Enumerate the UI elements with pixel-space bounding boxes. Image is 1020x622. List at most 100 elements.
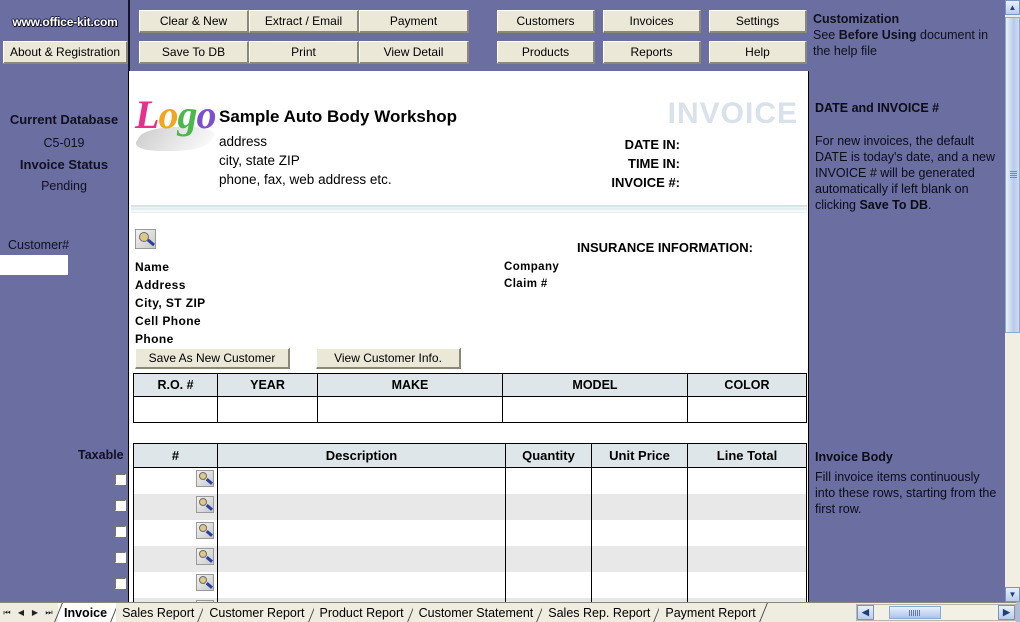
- line-item-description-cell[interactable]: [217, 572, 506, 598]
- products-button[interactable]: Products: [497, 41, 595, 64]
- view-customer-info-button[interactable]: View Customer Info.: [316, 348, 461, 369]
- right-help-sidebar: DATE and INVOICE # For new invoices, the…: [809, 71, 1005, 602]
- line-item-number-cell[interactable]: [133, 494, 218, 520]
- line-item-unit-price-cell[interactable]: [591, 467, 688, 494]
- scroll-up-arrow-icon[interactable]: ▲: [1005, 0, 1020, 15]
- save-to-db-button[interactable]: Save To DB: [139, 41, 249, 64]
- sheet-tab-customer-statement[interactable]: Customer Statement: [412, 603, 543, 622]
- line-item-line-total-cell[interactable]: [687, 494, 807, 520]
- vehicle-cell-ro-number[interactable]: [133, 396, 218, 423]
- line-item-unit-price-cell[interactable]: [591, 572, 688, 598]
- help-body-invoice-body: Fill invoice items continuously into the…: [815, 470, 997, 516]
- vehicle-table-row: [133, 396, 807, 423]
- line-item-quantity-cell[interactable]: [505, 572, 592, 598]
- scroll-right-arrow-icon[interactable]: ▶: [998, 605, 1015, 620]
- product-lookup-magnifier-icon[interactable]: [196, 574, 214, 591]
- line-items-table: # Description Quantity Unit Price Line T…: [133, 443, 807, 602]
- customer-lookup-magnifier-icon[interactable]: [135, 229, 156, 249]
- scroll-down-arrow-icon[interactable]: ▼: [1005, 587, 1020, 602]
- sheet-tab-invoice[interactable]: Invoice: [58, 603, 117, 622]
- print-button[interactable]: Print: [249, 41, 359, 64]
- items-col-description: Description: [217, 443, 506, 468]
- customization-note: Customization See Before Using document …: [813, 11, 998, 59]
- line-item-number-cell[interactable]: [133, 572, 218, 598]
- vertical-scrollbar[interactable]: ▲ ▼: [1005, 0, 1020, 602]
- sheet-tab-sales-rep-report[interactable]: Sales Rep. Report: [542, 603, 660, 622]
- sheet-tab-label: Customer Report: [209, 605, 305, 620]
- left-sidebar: Current Database C5-019 Invoice Status P…: [0, 71, 128, 615]
- help-heading-date-invoice: DATE and INVOICE #: [815, 101, 940, 115]
- line-item-unit-price-cell[interactable]: [591, 546, 688, 572]
- taxable-checkbox-row-5[interactable]: [115, 578, 126, 589]
- line-item-description-cell[interactable]: [217, 520, 506, 546]
- before-using-emphasis: Before Using: [838, 28, 917, 42]
- line-item-quantity-cell[interactable]: [505, 467, 592, 494]
- product-lookup-magnifier-icon[interactable]: [196, 470, 214, 487]
- invoices-button[interactable]: Invoices: [603, 10, 701, 33]
- line-item-number-cell[interactable]: [133, 546, 218, 572]
- invoice-sheet: Logo Sample Auto Body Workshop address c…: [128, 71, 809, 602]
- product-lookup-magnifier-icon[interactable]: [196, 548, 214, 565]
- customers-button[interactable]: Customers: [497, 10, 595, 33]
- line-item-description-cell[interactable]: [217, 467, 506, 494]
- customization-heading: Customization: [813, 12, 900, 26]
- product-lookup-magnifier-icon[interactable]: [196, 496, 214, 513]
- customer-number-input[interactable]: [0, 255, 68, 275]
- line-item-unit-price-cell[interactable]: [591, 494, 688, 520]
- extract-email-button[interactable]: Extract / Email: [249, 10, 359, 33]
- line-item-number-cell[interactable]: [133, 520, 218, 546]
- line-item-line-total-cell[interactable]: [687, 520, 807, 546]
- tab-nav-prev-icon[interactable]: ◀: [14, 604, 28, 622]
- sheet-tab-product-report[interactable]: Product Report: [313, 603, 413, 622]
- taxable-checkbox-row-1[interactable]: [115, 474, 126, 485]
- tab-nav-next-icon[interactable]: ▶: [28, 604, 42, 622]
- horizontal-scrollbar[interactable]: ◀ ▶: [856, 604, 1016, 621]
- line-item-line-total-cell[interactable]: [687, 467, 807, 494]
- line-item-number-cell[interactable]: [133, 467, 218, 494]
- line-item-description-cell[interactable]: [217, 546, 506, 572]
- horizontal-scrollbar-thumb[interactable]: [889, 606, 941, 619]
- taxable-checkbox-row-2[interactable]: [115, 500, 126, 511]
- taxable-checkbox-row-3[interactable]: [115, 526, 126, 537]
- settings-button[interactable]: Settings: [709, 10, 807, 33]
- taxable-checkbox-row-4[interactable]: [115, 552, 126, 563]
- vehicle-col-color: COLOR: [687, 373, 807, 397]
- reports-button[interactable]: Reports: [603, 41, 701, 64]
- sheet-tab-sales-report[interactable]: Sales Report: [116, 603, 204, 622]
- items-col-quantity: Quantity: [505, 443, 592, 468]
- vertical-scrollbar-thumb[interactable]: [1005, 17, 1020, 333]
- scroll-left-arrow-icon[interactable]: ◀: [857, 605, 874, 620]
- line-item-unit-price-cell[interactable]: [591, 520, 688, 546]
- line-item-line-total-cell[interactable]: [687, 572, 807, 598]
- customer-number-label: Customer#: [8, 238, 70, 252]
- line-item-description-cell[interactable]: [217, 494, 506, 520]
- help-button[interactable]: Help: [709, 41, 807, 64]
- vehicle-cell-year[interactable]: [217, 396, 318, 423]
- vehicle-cell-color[interactable]: [687, 396, 807, 423]
- vertical-scrollbar-track[interactable]: [1005, 15, 1020, 587]
- invoice-watermark-title: INVOICE: [667, 97, 798, 130]
- clear-and-new-button[interactable]: Clear & New: [139, 10, 249, 33]
- sheet-tab-customer-report[interactable]: Customer Report: [203, 603, 314, 622]
- product-lookup-magnifier-icon[interactable]: [196, 522, 214, 539]
- line-item-quantity-cell[interactable]: [505, 520, 592, 546]
- insurance-field-company: Company: [504, 261, 560, 273]
- vehicle-cell-model[interactable]: [502, 396, 688, 423]
- customer-field-cell-phone: Cell Phone: [135, 314, 202, 328]
- payment-button[interactable]: Payment: [359, 10, 469, 33]
- items-col-line-total: Line Total: [687, 443, 807, 468]
- sheet-tab-payment-report[interactable]: Payment Report: [659, 603, 765, 622]
- line-item-line-total-cell[interactable]: [687, 546, 807, 572]
- about-and-registration-button[interactable]: About & Registration: [3, 41, 128, 64]
- tab-nav-last-icon[interactable]: ⏭: [42, 604, 56, 622]
- vehicle-cell-make[interactable]: [317, 396, 503, 423]
- tab-nav-first-icon[interactable]: ⏮: [0, 604, 14, 622]
- line-item-row: [133, 494, 807, 520]
- sheet-tab-label: Invoice: [64, 605, 108, 620]
- save-as-new-customer-button[interactable]: Save As New Customer: [135, 348, 290, 369]
- line-item-quantity-cell[interactable]: [505, 494, 592, 520]
- line-item-quantity-cell[interactable]: [505, 546, 592, 572]
- sheet-tabs: Invoice Sales Report Customer Report Produc…: [58, 603, 765, 622]
- view-detail-button[interactable]: View Detail: [359, 41, 469, 64]
- items-col-number: #: [133, 443, 218, 468]
